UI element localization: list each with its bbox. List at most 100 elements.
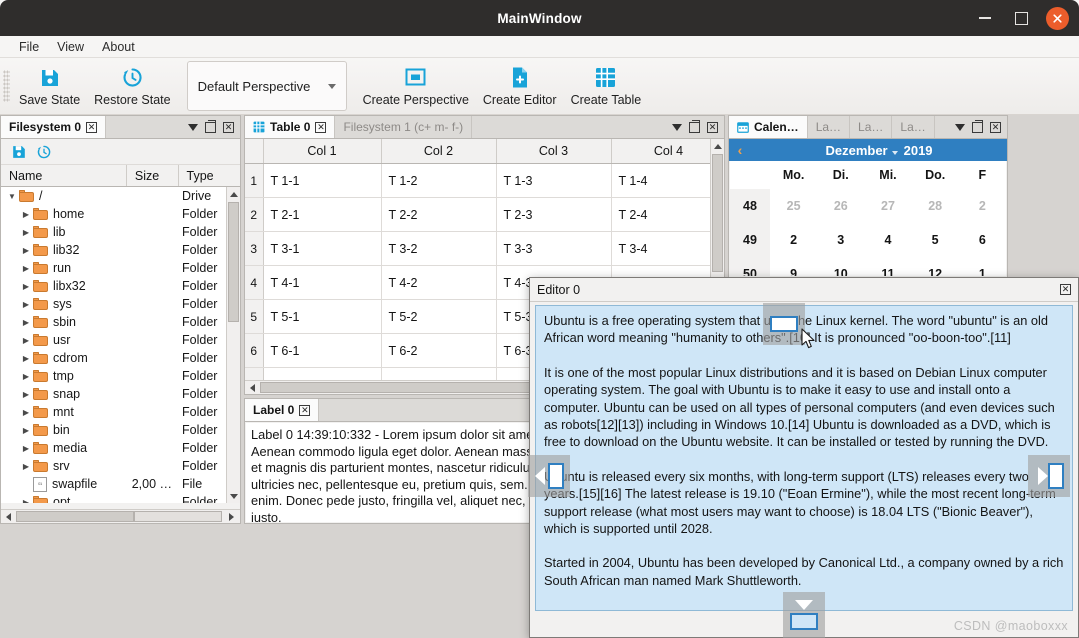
- filesystem-tree[interactable]: ▼/Drive▶homeFolder▶libFolder▶lib32Folder…: [1, 187, 240, 503]
- filesystem-row[interactable]: ▶mediaFolder: [1, 439, 240, 457]
- calendar-day-cell[interactable]: 3: [817, 223, 864, 257]
- calendar-day-cell[interactable]: 1: [959, 257, 1006, 276]
- table-cell[interactable]: T 1-1: [263, 164, 381, 198]
- table-row[interactable]: 1T 1-1T 1-2T 1-3T 1-4T 1-5: [245, 164, 710, 198]
- chevron-right-icon[interactable]: ▶: [19, 228, 33, 237]
- filesystem-row[interactable]: ▶binFolder: [1, 421, 240, 439]
- save-icon[interactable]: [11, 144, 27, 160]
- table-cell[interactable]: T 3-4: [611, 232, 710, 266]
- table-cell[interactable]: T 5-2: [381, 300, 496, 334]
- dock-cue-left[interactable]: [528, 455, 570, 497]
- table-cell[interactable]: T 7-1: [263, 368, 381, 381]
- table-cell[interactable]: T 2-4: [611, 198, 710, 232]
- table-cell[interactable]: T 7-2: [381, 368, 496, 381]
- tab-table-0[interactable]: Table 0 ✕: [245, 116, 335, 138]
- panel-float-button[interactable]: [971, 121, 984, 134]
- table-cell[interactable]: T 6-2: [381, 334, 496, 368]
- tab-label-b[interactable]: La…: [850, 116, 892, 138]
- column-header-name[interactable]: Name: [1, 165, 127, 186]
- chevron-right-icon[interactable]: ▶: [19, 444, 33, 453]
- filesystem-row[interactable]: ▶homeFolder: [1, 205, 240, 223]
- table-cell[interactable]: T 2-3: [496, 198, 611, 232]
- calendar-day-cell[interactable]: 6: [959, 223, 1006, 257]
- calendar-day-cell[interactable]: 9: [770, 257, 817, 276]
- table-cell[interactable]: T 3-2: [381, 232, 496, 266]
- filesystem-row[interactable]: ▼/Drive: [1, 187, 240, 205]
- chevron-right-icon[interactable]: ▶: [19, 426, 33, 435]
- calendar-day-cell[interactable]: 2: [959, 189, 1006, 223]
- restore-state-button[interactable]: Restore State: [87, 60, 177, 112]
- table-cell[interactable]: T 4-2: [381, 266, 496, 300]
- table-cell[interactable]: T 1-4: [611, 164, 710, 198]
- chevron-right-icon[interactable]: ▶: [19, 372, 33, 381]
- editor-close-button[interactable]: ✕: [1060, 284, 1071, 295]
- menu-view[interactable]: View: [48, 38, 93, 56]
- prev-month-button[interactable]: ‹: [729, 142, 751, 158]
- filesystem-row[interactable]: ▶tmpFolder: [1, 367, 240, 385]
- close-button[interactable]: [1046, 7, 1069, 30]
- calendar-year[interactable]: 2019: [904, 143, 933, 158]
- dock-cue-center[interactable]: [763, 303, 805, 345]
- chevron-right-icon[interactable]: ▶: [19, 246, 33, 255]
- chevron-right-icon[interactable]: ▶: [19, 282, 33, 291]
- filesystem-row[interactable]: ▶optFolder: [1, 493, 240, 503]
- tab-close-icon[interactable]: ✕: [315, 122, 326, 133]
- panel-float-button[interactable]: [688, 121, 701, 134]
- filesystem-row[interactable]: ▶snapFolder: [1, 385, 240, 403]
- tab-filesystem-0[interactable]: Filesystem 0 ✕: [1, 116, 106, 138]
- filesystem-row[interactable]: ▶lib32Folder: [1, 241, 240, 259]
- calendar-day-cell[interactable]: 25: [770, 189, 817, 223]
- menu-about[interactable]: About: [93, 38, 144, 56]
- maximize-button[interactable]: [1010, 7, 1032, 29]
- tab-close-icon[interactable]: ✕: [299, 405, 310, 416]
- table-cell[interactable]: T 1-2: [381, 164, 496, 198]
- calendar-day-cell[interactable]: 28: [912, 189, 959, 223]
- create-table-button[interactable]: Create Table: [564, 60, 649, 112]
- calendar-day-cell[interactable]: 5: [912, 223, 959, 257]
- panel-menu-button[interactable]: [670, 121, 683, 134]
- chevron-right-icon[interactable]: ▶: [19, 390, 33, 399]
- calendar-month[interactable]: Dezember: [825, 143, 897, 158]
- table-row-header[interactable]: 4: [245, 266, 263, 300]
- calendar-day-cell[interactable]: 4: [864, 223, 911, 257]
- filesystem-row[interactable]: ▶cdromFolder: [1, 349, 240, 367]
- calendar-grid[interactable]: Mo.Di.Mi.Do.F482526272824923456509101112…: [730, 161, 1006, 276]
- calendar-day-cell[interactable]: 27: [864, 189, 911, 223]
- tab-close-icon[interactable]: ✕: [86, 122, 97, 133]
- tab-filesystem-1[interactable]: Filesystem 1 (c+ m- f-): [335, 116, 472, 138]
- chevron-right-icon[interactable]: ▶: [19, 318, 33, 327]
- table-cell[interactable]: T 1-3: [496, 164, 611, 198]
- table-column-header[interactable]: Col 3: [496, 139, 611, 164]
- filesystem-row[interactable]: ▶usrFolder: [1, 331, 240, 349]
- dock-cue-bottom[interactable]: [783, 592, 825, 638]
- tab-label-c[interactable]: La…: [892, 116, 934, 138]
- calendar-day-cell[interactable]: 26: [817, 189, 864, 223]
- table-cell[interactable]: T 2-1: [263, 198, 381, 232]
- dock-cue-right[interactable]: [1028, 455, 1070, 497]
- chevron-right-icon[interactable]: ▶: [19, 462, 33, 471]
- table-cell[interactable]: T 3-3: [496, 232, 611, 266]
- table-cell[interactable]: T 3-1: [263, 232, 381, 266]
- calendar-day-cell[interactable]: 2: [770, 223, 817, 257]
- chevron-right-icon[interactable]: ▶: [19, 498, 33, 504]
- tab-label-a[interactable]: La…: [808, 116, 850, 138]
- calendar-day-cell[interactable]: 12: [912, 257, 959, 276]
- panel-close-button[interactable]: ✕: [222, 121, 235, 134]
- table-row-header[interactable]: 1: [245, 164, 263, 198]
- filesystem-vscrollbar[interactable]: [226, 187, 240, 503]
- perspective-select[interactable]: Default Perspective: [187, 61, 347, 111]
- table-row-header[interactable]: 3: [245, 232, 263, 266]
- filesystem-row[interactable]: 01swapfile2,00 …File: [1, 475, 240, 493]
- table-row[interactable]: 3T 3-1T 3-2T 3-3T 3-4T 3-5: [245, 232, 710, 266]
- menu-file[interactable]: File: [10, 38, 48, 56]
- table-column-header[interactable]: Col 2: [381, 139, 496, 164]
- panel-close-button[interactable]: ✕: [989, 121, 1002, 134]
- chevron-right-icon[interactable]: ▶: [19, 408, 33, 417]
- toolbar-drag-handle[interactable]: [3, 70, 10, 102]
- calendar-day-cell[interactable]: 10: [817, 257, 864, 276]
- panel-close-button[interactable]: ✕: [706, 121, 719, 134]
- table-row-header[interactable]: 2: [245, 198, 263, 232]
- filesystem-row[interactable]: ▶srvFolder: [1, 457, 240, 475]
- editor-textarea[interactable]: Ubuntu is a free operating system that u…: [535, 305, 1073, 611]
- chevron-right-icon[interactable]: ▶: [19, 210, 33, 219]
